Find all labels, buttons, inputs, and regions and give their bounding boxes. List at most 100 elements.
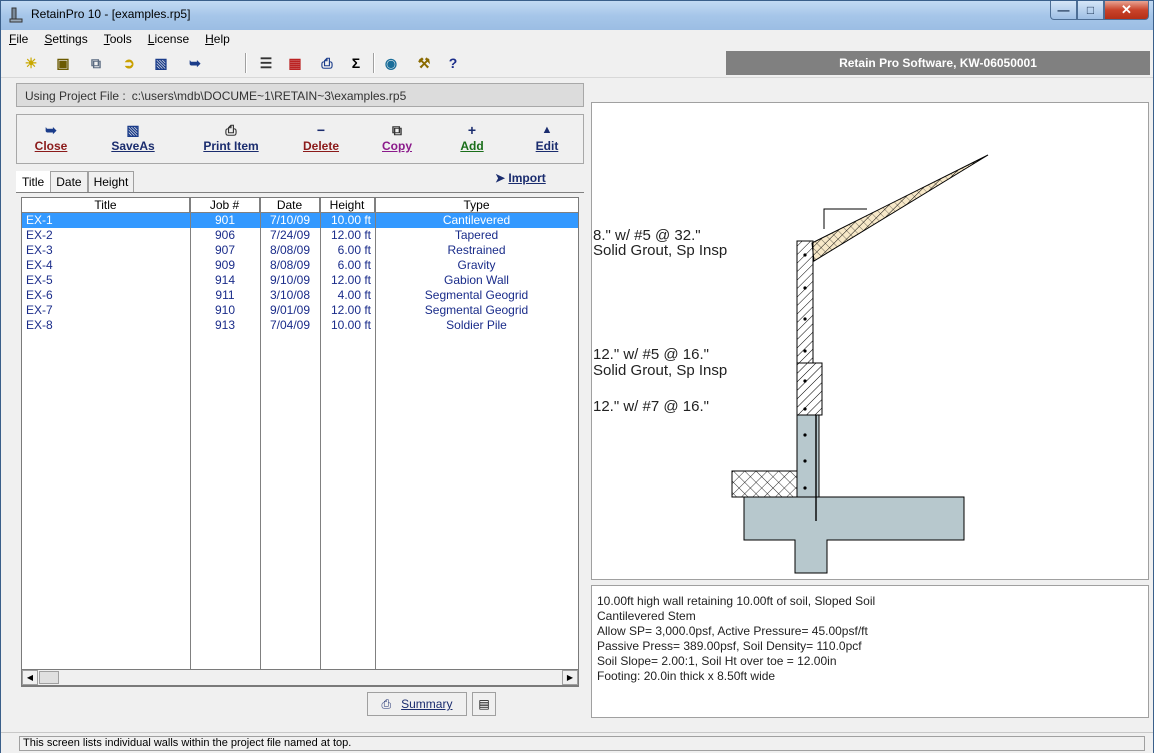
cell-height: 12.00 ft — [330, 273, 371, 287]
minimize-icon: — — [1057, 3, 1070, 17]
import-icon: ➤ — [495, 171, 506, 185]
cell-height: 12.00 ft — [330, 303, 371, 317]
column-header-type[interactable]: Type — [375, 198, 578, 212]
maximize-icon: □ — [1086, 3, 1095, 17]
menu-settings[interactable]: Settings — [36, 30, 95, 49]
cell-date: 9/01/09 — [269, 303, 311, 317]
scroll-right-button[interactable]: ▶ — [562, 670, 578, 685]
table-row[interactable]: EX-2 906 7/24/09 12.00 ft Tapered — [22, 228, 578, 243]
exit-door-icon: ➥ — [45, 122, 57, 138]
cell-date: 9/10/09 — [269, 273, 311, 287]
cell-title: EX-2 — [26, 228, 53, 242]
scroll-thumb[interactable] — [39, 671, 59, 684]
delete-button[interactable]: − Delete — [301, 121, 341, 153]
edit-button[interactable]: ▲ Edit — [531, 121, 563, 153]
tab-height[interactable]: Height — [87, 171, 135, 193]
menu-tools[interactable]: Tools — [96, 30, 140, 49]
sigma-icon[interactable]: Σ — [346, 54, 366, 72]
menu-file[interactable]: File — [1, 30, 36, 49]
middle-stem-rebar-label: 12." w/ #5 @ 16." — [593, 346, 709, 363]
minimize-button[interactable]: — — [1050, 1, 1077, 20]
table-row[interactable]: EX-8 913 7/04/09 10.00 ft Soldier Pile — [22, 318, 578, 333]
cell-date: 7/10/09 — [269, 213, 311, 227]
tab-date[interactable]: Date — [50, 171, 88, 193]
table-header: Title Job # Date Height Type — [22, 198, 578, 213]
table-row[interactable]: EX-4 909 8/08/09 6.00 ft Gravity — [22, 258, 578, 273]
window-title: RetainPro 10 - [examples.rp5] — [31, 7, 191, 21]
status-bar: This screen lists individual walls withi… — [1, 732, 1153, 753]
open-folders-icon[interactable]: ▣ — [53, 54, 73, 72]
cell-height: 12.00 ft — [330, 228, 371, 242]
cell-type: Gabion Wall — [444, 273, 509, 287]
rebar-dot — [803, 317, 807, 321]
sloped-backfill — [811, 154, 989, 262]
upper-stem — [796, 240, 814, 364]
column-header-height[interactable]: Height — [320, 198, 375, 212]
save-icon[interactable]: ▧ — [151, 54, 171, 72]
summary-view-button[interactable]: ▤ — [472, 692, 496, 716]
table-row[interactable]: EX-6 911 3/10/08 4.00 ft Segmental Geogrid — [22, 288, 578, 303]
maximize-button[interactable]: □ — [1077, 1, 1104, 20]
title-bar[interactable]: RetainPro 10 - [examples.rp5] — □ ✕ — [1, 1, 1153, 31]
rebar-dot — [803, 349, 807, 353]
list-icon[interactable]: ☰ — [256, 54, 276, 72]
summary-line: Soil Slope= 2.00:1, Soil Ht over toe = 1… — [597, 654, 837, 668]
printer-icon[interactable]: ⎙ — [317, 54, 337, 72]
cell-date: 3/10/08 — [269, 288, 311, 302]
tools-icon[interactable]: ⚒ — [414, 54, 434, 72]
copy-button[interactable]: ⧉ Copy — [379, 121, 415, 153]
arrow-right-icon: ▶ — [566, 673, 574, 682]
horizontal-scrollbar[interactable]: ◀ ▶ — [21, 669, 579, 686]
table-row[interactable]: EX-1 901 7/10/09 10.00 ft Cantilevered — [22, 213, 578, 228]
cell-title: EX-5 — [26, 273, 53, 287]
tab-title[interactable]: Title — [16, 171, 51, 193]
calculator-icon[interactable]: ▦ — [285, 54, 305, 72]
summary-line: Passive Press= 389.00psf, Soil Density= … — [597, 639, 862, 653]
menu-help[interactable]: Help — [197, 30, 238, 49]
document-icon: ▤ — [478, 697, 490, 711]
cell-height: 6.00 ft — [337, 243, 371, 257]
cell-job: 913 — [214, 318, 236, 332]
table-row[interactable]: EX-5 914 9/10/09 12.00 ft Gabion Wall — [22, 273, 578, 288]
table-row[interactable]: EX-7 910 9/01/09 12.00 ft Segmental Geogrid — [22, 303, 578, 318]
toe-soil — [731, 470, 798, 498]
window-controls: — □ ✕ — [1050, 1, 1149, 21]
walls-table: Title Job # Date Height Type EX-1 901 7/10… — [21, 197, 579, 687]
save-icon: ▧ — [126, 122, 140, 138]
column-header-job[interactable]: Job # — [190, 198, 260, 212]
action-bar: ➥ Close ▧ SaveAs ⎙ Print Item − Delete ⧉… — [16, 114, 584, 164]
table-row[interactable]: EX-3 907 8/08/09 6.00 ft Restrained — [22, 243, 578, 258]
print-item-button[interactable]: ⎙ Print Item — [201, 121, 261, 153]
cell-height: 10.00 ft — [330, 318, 371, 332]
globe-icon[interactable]: ◉ — [381, 54, 401, 72]
column-header-title[interactable]: Title — [22, 198, 190, 212]
cell-height: 4.00 ft — [337, 288, 371, 302]
scroll-left-button[interactable]: ◀ — [22, 670, 38, 685]
copy-file-icon[interactable]: ⧉ — [86, 54, 106, 72]
column-header-date[interactable]: Date — [260, 198, 320, 212]
project-file-bar: Using Project File : c:\users\mdb\DOCUME~… — [16, 83, 584, 107]
column-divider — [190, 198, 191, 686]
add-button[interactable]: + Add — [457, 121, 487, 153]
summary-line: 10.00ft high wall retaining 10.00ft of s… — [597, 594, 876, 608]
sort-tabs: Title Date Height — [16, 171, 135, 193]
cell-title: EX-3 — [26, 243, 53, 257]
help-icon[interactable]: ? — [443, 54, 463, 72]
cell-title: EX-4 — [26, 258, 53, 272]
lightbulb-icon[interactable]: ☀ — [21, 54, 41, 72]
menu-license[interactable]: License — [140, 30, 197, 49]
rebar-dot — [803, 486, 807, 490]
summary-button[interactable]: ⎙ Summary — [367, 692, 467, 716]
summary-line: Footing: 20.0in thick x 8.50ft wide — [597, 669, 776, 683]
cell-title: EX-8 — [26, 318, 53, 332]
minus-icon: − — [316, 122, 326, 138]
saveas-button[interactable]: ▧ SaveAs — [109, 121, 157, 153]
close-window-button[interactable]: ✕ — [1104, 1, 1149, 20]
printer-icon: ⎙ — [225, 122, 237, 138]
tab-underline — [16, 192, 584, 193]
close-button[interactable]: ➥ Close — [31, 121, 71, 153]
import-button[interactable]: ➤ Import — [495, 171, 546, 185]
middle-stem — [796, 362, 823, 416]
open-folder-icon[interactable]: ➲ — [119, 54, 139, 72]
exit-door-icon[interactable]: ➥ — [185, 54, 205, 72]
